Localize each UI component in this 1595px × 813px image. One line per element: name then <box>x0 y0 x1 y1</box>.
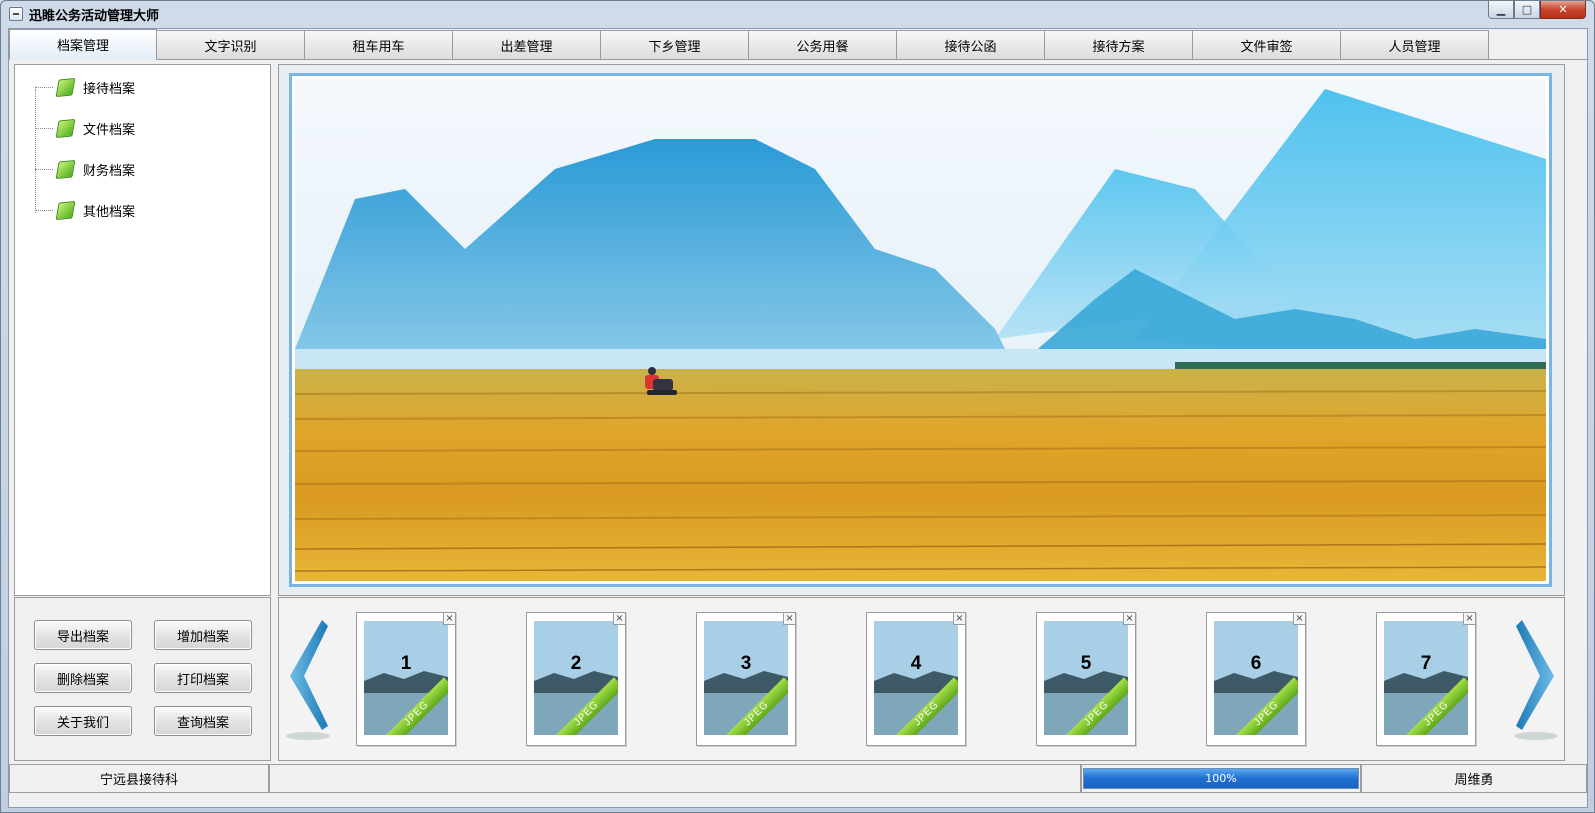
thumbnail-image: JPEG <box>1044 621 1128 735</box>
tab-ocr[interactable]: 文字识别 <box>157 30 305 60</box>
book-icon <box>55 118 75 138</box>
delete-archive-button[interactable]: 删除档案 <box>34 663 132 693</box>
close-icon[interactable]: × <box>1123 612 1136 625</box>
progress-bar: 100% <box>1083 768 1359 789</box>
thumbnail-number: 2 <box>570 653 582 674</box>
landscape-image-graphic <box>295 79 1546 581</box>
tree-item-label: 接待档案 <box>83 81 136 97</box>
thumbnail-image: JPEG <box>874 621 958 735</box>
tab-document-approval[interactable]: 文件审签 <box>1193 30 1341 60</box>
thumbnail-5[interactable]: JPEG 5 × <box>1036 612 1136 746</box>
tab-business-trip[interactable]: 出差管理 <box>453 30 601 60</box>
thumbnail-image: JPEG <box>1384 621 1468 735</box>
book-icon <box>55 159 75 179</box>
thumbnail-image: JPEG <box>534 621 618 735</box>
tree-item-label: 财务档案 <box>83 163 136 179</box>
tree-item-document[interactable]: 文件档案 <box>35 116 135 140</box>
query-archive-button[interactable]: 查询档案 <box>154 706 252 736</box>
progress-bar-container: 100% <box>1081 764 1361 793</box>
thumbnail-7[interactable]: JPEG 7 × <box>1376 612 1476 746</box>
maximize-button[interactable]: □ <box>1514 1 1540 19</box>
close-icon[interactable]: × <box>443 612 456 625</box>
thumbnail-1[interactable]: JPEG 1 × <box>356 612 456 746</box>
thumbnail-number: 5 <box>1080 653 1092 674</box>
thumbnail-2[interactable]: JPEG 2 × <box>526 612 626 746</box>
close-icon[interactable]: × <box>783 612 796 625</box>
close-icon[interactable]: × <box>953 612 966 625</box>
tab-car-rental[interactable]: 租车用车 <box>305 30 453 60</box>
app-menu-icon[interactable] <box>9 7 23 21</box>
status-org: 宁远县接待科 <box>9 764 269 793</box>
tab-reception-plan[interactable]: 接待方案 <box>1045 30 1193 60</box>
tab-bar: 档案管理 文字识别 租车用车 出差管理 下乡管理 公务用餐 接待公函 接待方案 … <box>9 29 1489 60</box>
thumbnail-image: JPEG <box>364 621 448 735</box>
prev-arrow-button[interactable] <box>282 618 334 742</box>
about-us-button[interactable]: 关于我们 <box>34 706 132 736</box>
export-archive-button[interactable]: 导出档案 <box>34 620 132 650</box>
status-bar: 宁远县接待科 100% 周维勇 <box>9 764 1587 793</box>
tree-item-label: 文件档案 <box>83 122 136 138</box>
window-title: 迅睢公务活动管理大师 <box>29 8 160 24</box>
book-icon <box>55 77 75 97</box>
status-user: 周维勇 <box>1361 764 1587 793</box>
thumbnail-number: 7 <box>1420 653 1432 674</box>
title-bar[interactable]: 迅睢公务活动管理大师 ▁ □ ✕ <box>1 1 1594 27</box>
add-archive-button[interactable]: 增加档案 <box>154 620 252 650</box>
status-spacer <box>269 764 1081 793</box>
thumbnail-image: JPEG <box>704 621 788 735</box>
close-icon[interactable]: × <box>613 612 626 625</box>
tab-reception-letter[interactable]: 接待公函 <box>897 30 1045 60</box>
tree-connector <box>35 89 36 213</box>
chevron-right-icon <box>1514 620 1558 740</box>
print-archive-button[interactable]: 打印档案 <box>154 663 252 693</box>
tab-personnel[interactable]: 人员管理 <box>1341 30 1489 60</box>
thumbnail-strip: JPEG 1 × JPEG 2 × JPEG 3 × JPEG 4 × JPEG… <box>278 597 1565 761</box>
next-arrow-button[interactable] <box>1510 618 1562 742</box>
tree-item-reception[interactable]: 接待档案 <box>35 75 135 99</box>
thumbnail-3[interactable]: JPEG 3 × <box>696 612 796 746</box>
tab-official-meal[interactable]: 公务用餐 <box>749 30 897 60</box>
tab-countryside[interactable]: 下乡管理 <box>601 30 749 60</box>
close-icon[interactable]: × <box>1293 612 1306 625</box>
tree-item-label: 其他档案 <box>83 204 136 220</box>
close-button[interactable]: ✕ <box>1540 1 1586 19</box>
archive-tree: 接待档案 文件档案 财务档案 其他档案 <box>14 64 271 596</box>
thumbnail-4[interactable]: JPEG 4 × <box>866 612 966 746</box>
thumbnail-6[interactable]: JPEG 6 × <box>1206 612 1306 746</box>
image-viewer-border <box>289 73 1552 587</box>
client-area: 档案管理 文字识别 租车用车 出差管理 下乡管理 公务用餐 接待公函 接待方案 … <box>8 28 1588 808</box>
minimize-button[interactable]: ▁ <box>1488 1 1514 19</box>
tree-item-other[interactable]: 其他档案 <box>35 198 135 222</box>
landscape-image[interactable] <box>295 79 1546 581</box>
progress-text: 100% <box>1205 772 1237 785</box>
action-panel: 导出档案 增加档案 删除档案 打印档案 关于我们 查询档案 <box>14 597 271 761</box>
thumbnail-image: JPEG <box>1214 621 1298 735</box>
image-viewer <box>278 64 1565 596</box>
app-window: 迅睢公务活动管理大师 ▁ □ ✕ 档案管理 文字识别 租车用车 出差管理 下乡管… <box>0 0 1595 813</box>
thumbnail-number: 6 <box>1250 653 1262 674</box>
tree-item-finance[interactable]: 财务档案 <box>35 157 135 181</box>
thumbnail-number: 3 <box>740 653 752 674</box>
thumbnail-number: 4 <box>910 653 922 674</box>
thumbnail-number: 1 <box>400 653 412 674</box>
tab-archive[interactable]: 档案管理 <box>9 29 157 60</box>
close-icon[interactable]: × <box>1463 612 1476 625</box>
chevron-left-icon <box>286 620 330 740</box>
book-icon <box>55 200 75 220</box>
